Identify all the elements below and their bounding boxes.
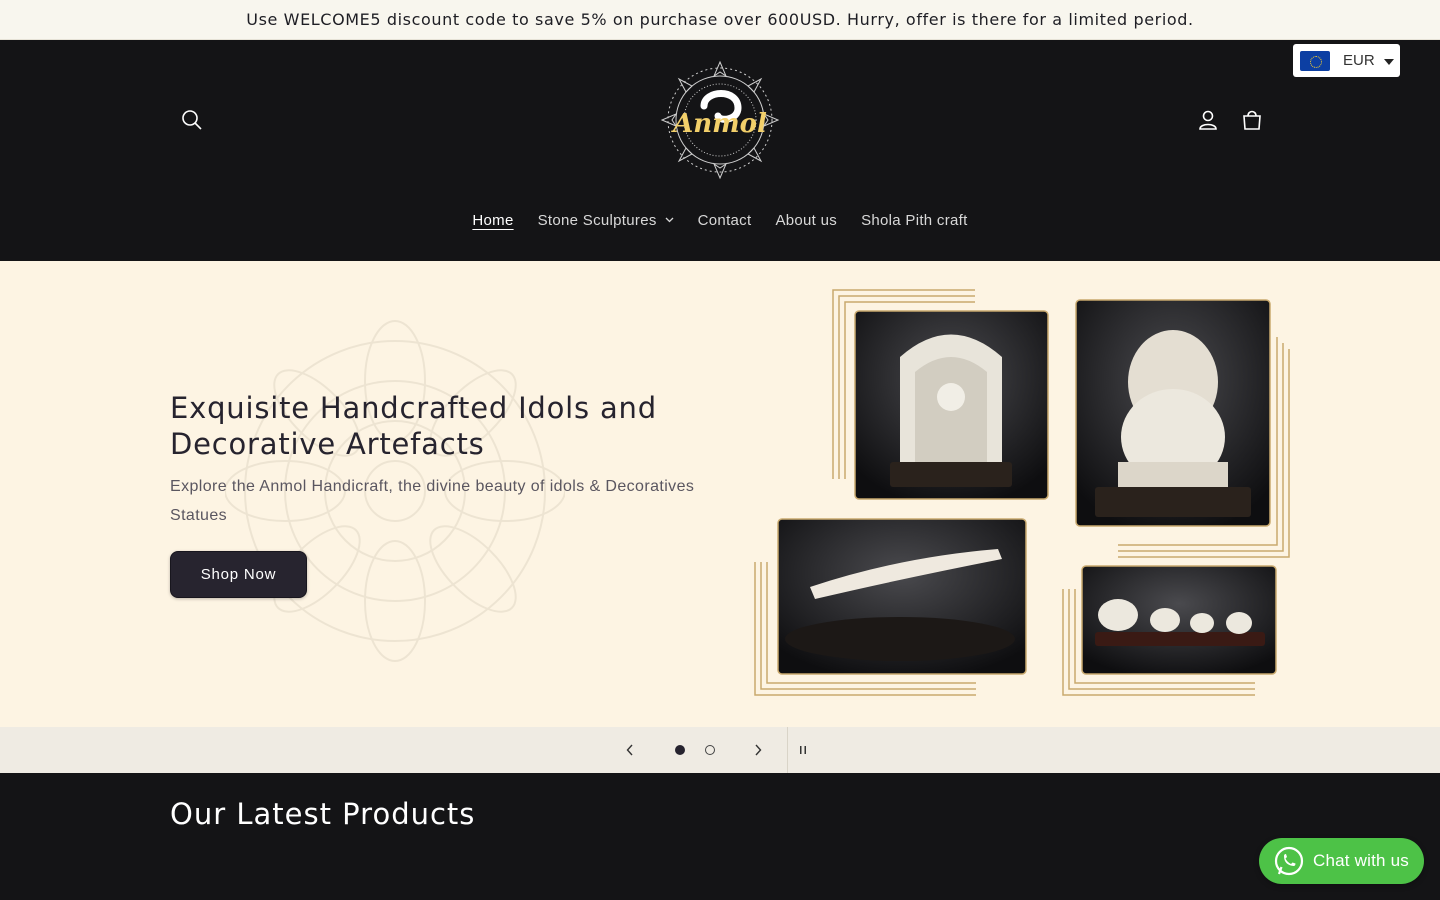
search-button[interactable] [172, 100, 212, 140]
shop-now-button[interactable]: Shop Now [170, 551, 307, 598]
hero-subtitle: Explore the Anmol Handicraft, the divine… [170, 478, 695, 524]
site-logo[interactable]: Anmol [660, 60, 780, 180]
search-icon [182, 110, 202, 130]
chevron-right-icon [755, 744, 762, 756]
pause-slideshow-button[interactable] [792, 738, 814, 762]
nav-item-about-us[interactable]: About us [775, 212, 837, 229]
previous-slide-button[interactable] [618, 738, 642, 762]
eu-flag-icon [1300, 50, 1330, 71]
hero-product-collage [754, 289, 1290, 696]
controls-divider [787, 727, 788, 773]
next-slide-button[interactable] [746, 738, 770, 762]
logo-text: Anmol [670, 109, 767, 139]
nav-item-contact[interactable]: Contact [698, 212, 752, 229]
currency-selector[interactable]: EUR [1293, 44, 1400, 77]
account-icon [1199, 110, 1217, 130]
product-image-elephant-set [1081, 565, 1277, 675]
whatsapp-chat-button[interactable]: Chat with us [1259, 838, 1424, 884]
slide-dot-1[interactable] [674, 744, 686, 756]
latest-products-section: Our Latest Products [0, 773, 1440, 900]
announcement-text: Use WELCOME5 discount code to save 5% on… [246, 10, 1194, 29]
section-title: Our Latest Products [170, 797, 476, 831]
hero-title: Exquisite Handcrafted Idols and Decorati… [170, 391, 657, 461]
chevron-down-icon [665, 217, 674, 223]
cart-icon [1243, 110, 1261, 130]
nav-item-stone-sculptures[interactable]: Stone Sculptures [538, 212, 674, 229]
hero-slide: Exquisite Handcrafted Idols and Decorati… [0, 261, 1440, 727]
pause-icon [800, 746, 806, 754]
nav-item-label: Stone Sculptures [537, 211, 657, 229]
main-navigation: Home Stone Sculptures Contact About us S… [0, 206, 1440, 234]
product-image-durga-idol [854, 310, 1049, 500]
cart-button[interactable] [1232, 100, 1272, 140]
nav-item-home[interactable]: Home [472, 212, 513, 229]
slideshow-controls [0, 727, 1440, 773]
product-image-ganesha-idol [1075, 299, 1271, 527]
slide-dot-2[interactable] [704, 744, 716, 756]
dot-inactive-icon [705, 745, 715, 755]
product-image-tusk-carving [777, 518, 1027, 675]
logo-mandala-icon: Anmol [660, 60, 780, 180]
chevron-left-icon [626, 744, 633, 756]
chat-label: Chat with us [1313, 851, 1409, 870]
caret-down-icon [1383, 59, 1394, 65]
site-header: EUR Anmol Home Stone Sculptures Contact … [0, 40, 1440, 261]
dot-active-icon [675, 745, 685, 755]
nav-item-shola-pith-craft[interactable]: Shola Pith craft [861, 212, 968, 229]
currency-code: EUR [1343, 52, 1375, 69]
announcement-bar: Use WELCOME5 discount code to save 5% on… [0, 0, 1440, 40]
whatsapp-icon [1274, 846, 1304, 876]
account-button[interactable] [1188, 100, 1228, 140]
